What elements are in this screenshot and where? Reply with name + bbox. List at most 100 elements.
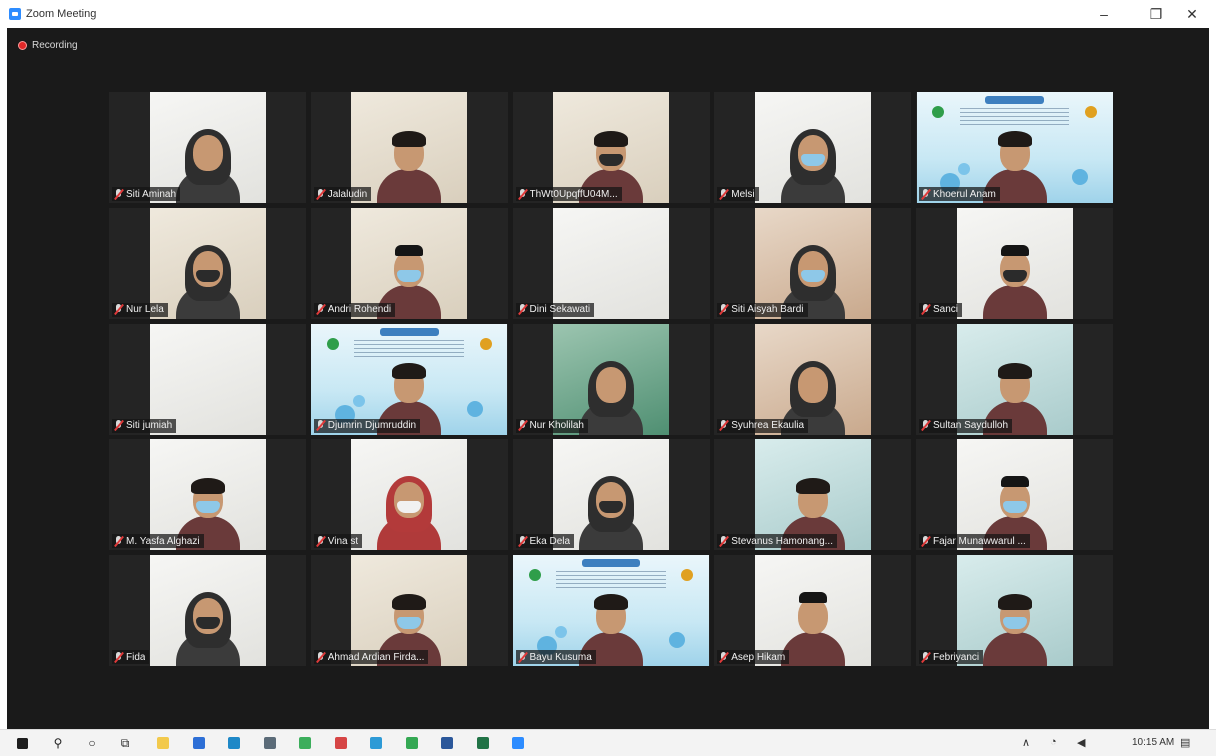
volume-icon[interactable]: ◀ (1077, 736, 1085, 749)
participant-tile[interactable]: Nur Kholilah (512, 323, 710, 435)
participant-name: Siti Aisyah Bardi (731, 304, 804, 316)
mic-muted-icon (518, 420, 527, 431)
participant-tile[interactable]: Jalaludin (310, 92, 508, 203)
close-button[interactable]: ✕ (1172, 2, 1212, 26)
edge-icon[interactable] (226, 735, 242, 751)
participant-tile[interactable]: Siti Aminah (109, 92, 306, 203)
mic-muted-icon (316, 651, 325, 663)
participant-figure (174, 123, 242, 203)
participant-name-tag: Eka Dela (515, 534, 575, 549)
mic-muted-icon (719, 304, 728, 315)
store-icon[interactable] (191, 735, 207, 751)
participant-tile[interactable]: ThWt0UpqffU04M... (512, 92, 710, 203)
participant-name-tag: Febriyanci (919, 650, 984, 664)
participant-name: Andri Rohendi (327, 304, 392, 316)
participant-tile[interactable]: Asep Hikam (714, 555, 912, 666)
title-bar[interactable]: Zoom Meeting – ❐ ✕ (0, 0, 1216, 28)
participant-name: Djumrin Djumruddin (327, 420, 417, 431)
start-icon[interactable] (14, 735, 30, 751)
slide-graphic (528, 569, 541, 581)
system-clock[interactable]: 10:15 AM (1132, 737, 1174, 748)
word-icon[interactable] (439, 735, 455, 751)
participant-tile[interactable]: Fida (109, 555, 306, 666)
zoom-app-icon (9, 8, 21, 20)
cloud-app-icon[interactable] (368, 735, 384, 751)
mic-muted-icon (114, 535, 123, 547)
participant-tile[interactable]: Fajar Munawwarul ... (916, 439, 1113, 551)
participant-tile[interactable]: Melsi (714, 92, 912, 203)
participant-name: ThWt0UpqffU04M... (529, 188, 618, 200)
participant-tile[interactable]: Dini Sekawati (512, 207, 710, 319)
participant-name-tag: Ahmad Ardian Firda... (313, 650, 429, 664)
participant-tile[interactable]: Eka Dela (512, 439, 710, 551)
participant-name-tag: Dini Sekawati (515, 302, 595, 317)
participant-name: Fida (126, 651, 146, 663)
mic-muted-icon (921, 651, 930, 663)
participant-tile[interactable]: M. Yasfa Alghazi (109, 439, 306, 551)
participant-name: Khoerul Anam (933, 188, 996, 200)
slide-graphic (985, 96, 1044, 104)
file-explorer-icon[interactable] (155, 735, 171, 751)
maximize-button[interactable]: ❐ (1136, 2, 1176, 26)
network-icon[interactable]: ◔ (1050, 736, 1057, 748)
mic-muted-icon (719, 188, 728, 200)
minimize-button[interactable]: – (1084, 2, 1124, 26)
mic-muted-icon (921, 188, 930, 200)
mic-muted-icon (316, 420, 325, 431)
participant-figure (779, 123, 847, 203)
participant-name-tag: Andri Rohendi (313, 302, 396, 317)
participant-video (754, 92, 871, 203)
participant-tile[interactable]: Nur Lela (109, 207, 306, 319)
zoom-desktop: Zoom Meeting – ❐ ✕ Recording Siti Aminah… (0, 0, 1216, 756)
participant-name: Eka Dela (529, 535, 571, 547)
participant-tile[interactable]: Siti Aisyah Bardi (714, 207, 912, 319)
participant-name: Nur Kholilah (529, 420, 584, 431)
participant-name: Ahmad Ardian Firda... (327, 651, 425, 663)
participant-tile[interactable]: Ahmad Ardian Firda... (310, 555, 508, 666)
participant-name: Siti Aminah (126, 188, 177, 200)
slide-graphic (932, 106, 945, 118)
participant-name: Fajar Munawwarul ... (933, 535, 1026, 547)
participant-tile[interactable]: Stevanus Hamonang... (714, 439, 912, 551)
participant-tile[interactable]: Vina st (310, 439, 508, 551)
recording-indicator[interactable]: Recording (18, 40, 78, 51)
participant-name: Siti jumiah (126, 420, 173, 431)
mic-muted-icon (719, 420, 728, 431)
participant-tile[interactable]: Sultan Saydulloh (916, 323, 1113, 435)
mic-muted-icon (518, 304, 527, 315)
participant-tile[interactable]: Sanci (916, 207, 1113, 319)
recording-icon (18, 41, 27, 50)
notification-icon[interactable]: ▤ (1180, 736, 1190, 749)
red-app-icon[interactable] (333, 735, 349, 751)
tray-chevron-icon[interactable]: ∧ (1022, 736, 1030, 749)
participant-name: Sultan Saydulloh (933, 420, 1009, 431)
mic-muted-icon (114, 188, 123, 200)
participant-name-tag: Djumrin Djumruddin (313, 418, 421, 433)
search-icon[interactable]: ⚲ (50, 735, 66, 751)
participant-name-tag: ThWt0UpqffU04M... (515, 187, 622, 201)
participant-name: M. Yasfa Alghazi (126, 535, 200, 547)
android-icon[interactable] (297, 735, 313, 751)
participant-name-tag: Siti Aminah (112, 187, 181, 201)
participant-tile[interactable]: Bayu Kusuma (512, 555, 710, 666)
cortana-icon[interactable]: ○ (84, 735, 100, 751)
task-view-icon[interactable]: ⧉ (117, 735, 133, 751)
participant-tile[interactable]: Siti jumiah (109, 323, 306, 435)
chrome-icon[interactable] (404, 735, 420, 751)
zoom-icon[interactable] (510, 735, 526, 751)
participant-tile[interactable]: Khoerul Anam (916, 92, 1113, 203)
participant-tile[interactable]: Djumrin Djumruddin (310, 323, 508, 435)
mic-muted-icon (921, 420, 930, 431)
participant-name-tag: Jalaludin (313, 187, 372, 201)
mic-muted-icon (316, 188, 325, 200)
recording-label: Recording (32, 40, 78, 51)
excel-icon[interactable] (475, 735, 491, 751)
participant-name-tag: Fida (112, 650, 150, 664)
calculator-icon[interactable] (262, 735, 278, 751)
participant-name-tag: Sanci (919, 302, 963, 317)
participant-tile[interactable]: Syuhrea Ekaulia (714, 323, 912, 435)
participant-figure (981, 239, 1049, 319)
participant-tile[interactable]: Febriyanci (916, 555, 1113, 666)
participant-figure (174, 586, 242, 666)
participant-tile[interactable]: Andri Rohendi (310, 207, 508, 319)
